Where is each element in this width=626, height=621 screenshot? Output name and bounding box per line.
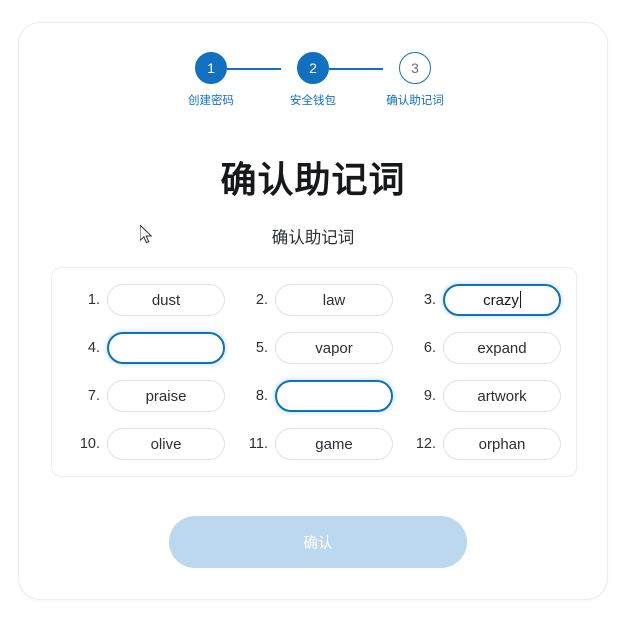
- app-viewport: 1 创建密码 2 安全钱包 3 确认助记词 确认助记词 确认助记词 1. dus…: [0, 0, 626, 621]
- stepper-step-3-circle: 3: [399, 52, 431, 84]
- mnemonic-value-6: expand: [477, 339, 527, 357]
- mnemonic-index-2: 2.: [255, 292, 268, 308]
- mnemonic-index-1: 1.: [87, 292, 100, 308]
- mnemonic-index-11: 11.: [248, 436, 268, 452]
- progress-stepper: 1 创建密码 2 安全钱包 3 确认助记词: [19, 50, 607, 110]
- stepper-step-3[interactable]: 3 确认助记词: [364, 50, 466, 110]
- mnemonic-value-11: game: [315, 435, 353, 453]
- stepper-step-3-label: 确认助记词: [386, 95, 444, 107]
- mnemonic-index-12: 12.: [415, 436, 436, 452]
- mnemonic-input-12[interactable]: orphan: [443, 428, 561, 460]
- mnemonic-cell-1: 1. dust: [64, 284, 228, 316]
- mnemonic-input-10[interactable]: olive: [107, 428, 225, 460]
- mnemonic-cell-9: 9. artwork: [400, 380, 564, 412]
- mnemonic-value-7: praise: [145, 387, 187, 405]
- mnemonic-cell-2: 2. law: [232, 284, 396, 316]
- mnemonic-index-4: 4.: [87, 340, 100, 356]
- mnemonic-input-9[interactable]: artwork: [443, 380, 561, 412]
- mnemonic-index-5: 5.: [255, 340, 268, 356]
- mnemonic-index-9: 9.: [423, 388, 436, 404]
- mnemonic-index-10: 10.: [79, 436, 100, 452]
- stepper-step-2[interactable]: 2 安全钱包: [262, 50, 383, 110]
- mnemonic-grid: 1. dust 2. law 3. crazy 4. 5. vapor 6. e…: [64, 284, 564, 460]
- mnemonic-value-10: olive: [150, 435, 182, 453]
- mnemonic-index-3: 3.: [423, 292, 436, 308]
- mnemonic-input-5[interactable]: vapor: [275, 332, 393, 364]
- confirm-button[interactable]: 确认: [169, 516, 467, 568]
- text-caret-icon: [519, 290, 521, 308]
- stepper-step-2-number: 2: [309, 60, 317, 76]
- mnemonic-input-3[interactable]: crazy: [443, 284, 561, 316]
- mnemonic-value-9: artwork: [477, 387, 527, 405]
- mnemonic-cell-8: 8.: [232, 380, 396, 412]
- mnemonic-input-8[interactable]: [275, 380, 393, 412]
- mnemonic-value-1: dust: [151, 291, 181, 309]
- mnemonic-cell-5: 5. vapor: [232, 332, 396, 364]
- stepper-step-1-number: 1: [207, 60, 215, 76]
- mnemonic-cell-11: 11. game: [232, 428, 396, 460]
- mnemonic-index-8: 8.: [255, 388, 268, 404]
- mnemonic-value-12: orphan: [478, 435, 526, 453]
- page-title: 确认助记词: [220, 159, 406, 200]
- stepper-step-1-circle-row: 1: [160, 50, 281, 86]
- stepper-step-2-circle: 2: [297, 52, 329, 84]
- stepper-connector-1-2: [227, 68, 281, 70]
- stepper-step-2-label: 安全钱包: [290, 95, 336, 107]
- mnemonic-grid-container: 1. dust 2. law 3. crazy 4. 5. vapor 6. e…: [51, 267, 577, 477]
- stepper-step-1-label: 创建密码: [188, 95, 234, 107]
- mnemonic-input-11[interactable]: game: [275, 428, 393, 460]
- page-subtitle: 确认助记词: [271, 229, 355, 247]
- mnemonic-value-5: vapor: [315, 339, 353, 357]
- mnemonic-input-2[interactable]: law: [275, 284, 393, 316]
- mnemonic-cell-6: 6. expand: [400, 332, 564, 364]
- mnemonic-value-3: crazy: [483, 291, 519, 309]
- mnemonic-cell-12: 12. orphan: [400, 428, 564, 460]
- mnemonic-cell-3: 3. crazy: [400, 284, 564, 316]
- stepper-connector-2-3: [329, 68, 383, 70]
- stepper-step-3-number: 3: [411, 60, 419, 76]
- mnemonic-cell-4: 4.: [64, 332, 228, 364]
- mnemonic-input-7[interactable]: praise: [107, 380, 225, 412]
- stepper-step-1-circle: 1: [195, 52, 227, 84]
- mnemonic-index-7: 7.: [87, 388, 100, 404]
- mnemonic-cell-7: 7. praise: [64, 380, 228, 412]
- onboarding-card: 1 创建密码 2 安全钱包 3 确认助记词 确认助记词 确认助记词 1. dus…: [18, 22, 608, 600]
- stepper-step-1[interactable]: 1 创建密码: [160, 50, 281, 110]
- mnemonic-input-6[interactable]: expand: [443, 332, 561, 364]
- mnemonic-value-2: law: [322, 291, 346, 309]
- mnemonic-index-6: 6.: [423, 340, 436, 356]
- mnemonic-cell-10: 10. olive: [64, 428, 228, 460]
- mnemonic-input-1[interactable]: dust: [107, 284, 225, 316]
- mnemonic-input-4[interactable]: [107, 332, 225, 364]
